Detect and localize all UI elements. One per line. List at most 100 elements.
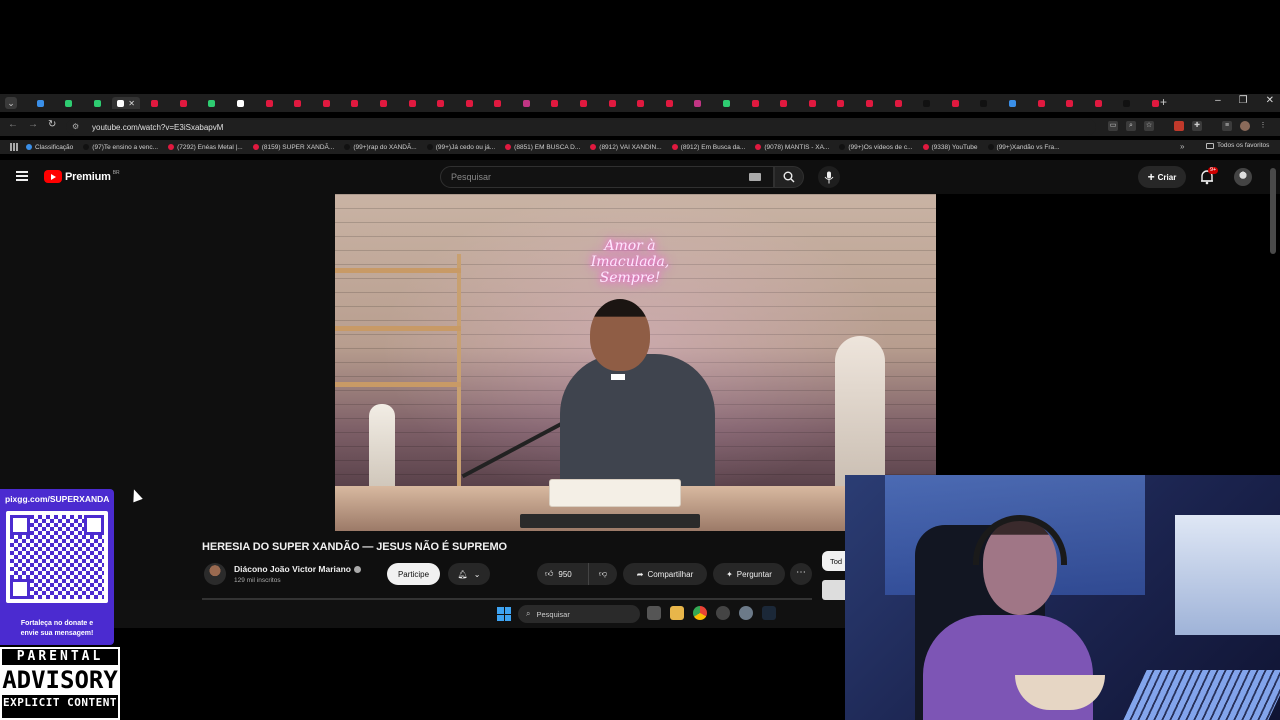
- subscription-bell-button[interactable]: 🔔︎ ⌄: [448, 563, 490, 585]
- browser-tab[interactable]: [1027, 97, 1056, 109]
- browser-tab[interactable]: [655, 97, 684, 109]
- browser-tab[interactable]: [827, 97, 856, 109]
- browser-tab[interactable]: [198, 97, 227, 109]
- bookmark-item[interactable]: Classificação: [26, 144, 73, 151]
- site-info-icon[interactable]: ⚙: [72, 122, 82, 132]
- windows-start-icon[interactable]: [497, 607, 511, 621]
- tab-active[interactable]: ✕: [111, 97, 141, 109]
- browser-tab[interactable]: [1055, 97, 1084, 109]
- browser-tab[interactable]: [83, 97, 112, 109]
- browser-tab[interactable]: [26, 97, 55, 109]
- account-avatar[interactable]: [1234, 168, 1252, 186]
- close-window-icon[interactable]: ✕: [1266, 95, 1274, 106]
- browser-menu-icon[interactable]: ⋮: [1258, 121, 1268, 131]
- forward-icon[interactable]: →: [28, 119, 38, 130]
- bookmark-item[interactable]: (99+)Já cedo ou já...: [426, 144, 495, 151]
- browser-tab[interactable]: [512, 97, 541, 109]
- dislike-button[interactable]: 👎︎: [589, 569, 617, 579]
- maximize-icon[interactable]: ❐: [1239, 95, 1248, 106]
- browser-tab[interactable]: [741, 97, 770, 109]
- new-tab-button[interactable]: +: [1160, 95, 1167, 109]
- share-button[interactable]: ➦ Compartilhar: [623, 563, 707, 585]
- like-button[interactable]: 👍︎ 950: [537, 563, 589, 585]
- browser-tab[interactable]: [712, 97, 741, 109]
- search-button[interactable]: [774, 166, 804, 188]
- ask-button[interactable]: ✦ Perguntar: [713, 563, 785, 585]
- bookmark-item[interactable]: (8159) SUPER XANDÃ...: [252, 144, 334, 151]
- steam-icon[interactable]: [762, 606, 776, 620]
- media-control-icon[interactable]: ≡: [1222, 121, 1232, 131]
- more-actions-button[interactable]: ⋯: [790, 563, 812, 585]
- bookmarks-overflow-button[interactable]: »: [1180, 142, 1184, 151]
- bookmark-item[interactable]: (9078) MANTIS - XA...: [755, 144, 829, 151]
- browser-tab[interactable]: [998, 97, 1027, 109]
- browser-tab[interactable]: [912, 97, 941, 109]
- join-button[interactable]: Participe: [387, 563, 440, 585]
- profile-avatar-icon[interactable]: [1240, 121, 1250, 131]
- browser-tab[interactable]: [769, 97, 798, 109]
- browser-tab[interactable]: [798, 97, 827, 109]
- task-view-icon[interactable]: [647, 606, 661, 620]
- file-explorer-icon[interactable]: [670, 606, 684, 620]
- browser-tab[interactable]: [426, 97, 455, 109]
- browser-tab[interactable]: [569, 97, 598, 109]
- bookmark-item[interactable]: (99+)Os vídeos de c...: [839, 144, 913, 151]
- all-bookmarks-button[interactable]: Todos os favoritos: [1206, 142, 1269, 149]
- zoom-icon[interactable]: ⌕: [1126, 121, 1136, 131]
- browser-tab[interactable]: [226, 97, 255, 109]
- browser-tab[interactable]: [626, 97, 655, 109]
- browser-tab[interactable]: [598, 97, 627, 109]
- back-icon[interactable]: ←: [8, 119, 18, 130]
- bookmark-item[interactable]: (99+)Xandão vs Fra...: [987, 144, 1060, 151]
- menu-icon[interactable]: [16, 171, 28, 181]
- bookmark-item[interactable]: (9338) YouTube: [922, 144, 978, 151]
- youtube-premium-logo[interactable]: Premium BR: [44, 170, 120, 183]
- url-text[interactable]: youtube.com/watch?v=E3iSxabapvM: [92, 123, 223, 132]
- taskbar-search[interactable]: ⌕ Pesquisar: [518, 605, 640, 623]
- browser-tab[interactable]: [169, 97, 198, 109]
- browser-tab[interactable]: [255, 97, 284, 109]
- browser-tab[interactable]: [1084, 97, 1113, 109]
- browser-tab[interactable]: [312, 97, 341, 109]
- address-bar[interactable]: ⚙ youtube.com/watch?v=E3iSxabapvM: [66, 119, 1096, 135]
- bookmark-item[interactable]: (8851) EM BUSCA D...: [505, 144, 580, 151]
- browser-tab[interactable]: [684, 97, 713, 109]
- bookmark-item[interactable]: (8912) VAI XANDIN...: [590, 144, 662, 151]
- bookmark-item[interactable]: (7292) Enéas Metal |...: [168, 144, 243, 151]
- browser-tab[interactable]: [55, 97, 84, 109]
- page-scrollbar[interactable]: [1270, 168, 1276, 254]
- search-input[interactable]: [451, 172, 731, 182]
- bookmark-star-icon[interactable]: ☆: [1144, 121, 1154, 131]
- browser-tab[interactable]: [855, 97, 884, 109]
- browser-tab[interactable]: [283, 97, 312, 109]
- apps-grid-icon[interactable]: [10, 143, 18, 151]
- browser-tab[interactable]: [541, 97, 570, 109]
- channel-avatar[interactable]: [204, 563, 226, 585]
- create-button[interactable]: + Criar: [1138, 166, 1186, 188]
- browser-tab[interactable]: [369, 97, 398, 109]
- reload-icon[interactable]: ↻: [48, 119, 56, 130]
- browser-tab[interactable]: [455, 97, 484, 109]
- channel-name-link[interactable]: Diácono João Victor Mariano: [234, 564, 361, 574]
- browser-tab[interactable]: [484, 97, 513, 109]
- browser-tab[interactable]: [970, 97, 999, 109]
- cast-icon[interactable]: ▭: [1108, 121, 1118, 131]
- minimize-icon[interactable]: –: [1215, 95, 1221, 106]
- tab-search-menu-icon[interactable]: ⌄: [5, 97, 17, 109]
- browser-tab[interactable]: [884, 97, 913, 109]
- extension-red-icon[interactable]: [1174, 121, 1184, 131]
- browser-tab[interactable]: [341, 97, 370, 109]
- browser-tab[interactable]: [941, 97, 970, 109]
- close-tab-icon[interactable]: ✕: [128, 99, 135, 108]
- extensions-puzzle-icon[interactable]: ✚: [1192, 121, 1202, 131]
- bookmark-item[interactable]: (99+)rap do XANDÃ...: [344, 144, 417, 151]
- settings-icon[interactable]: [739, 606, 753, 620]
- keyboard-icon[interactable]: [749, 173, 761, 181]
- bookmark-item[interactable]: (97)Te ensino a venc...: [83, 144, 158, 151]
- bookmark-item[interactable]: (8912) Em Busca da...: [671, 144, 745, 151]
- search-box[interactable]: [440, 166, 774, 188]
- browser-tab[interactable]: [1113, 97, 1142, 109]
- app-icon[interactable]: [716, 606, 730, 620]
- voice-search-button[interactable]: [818, 166, 840, 188]
- browser-tab[interactable]: [398, 97, 427, 109]
